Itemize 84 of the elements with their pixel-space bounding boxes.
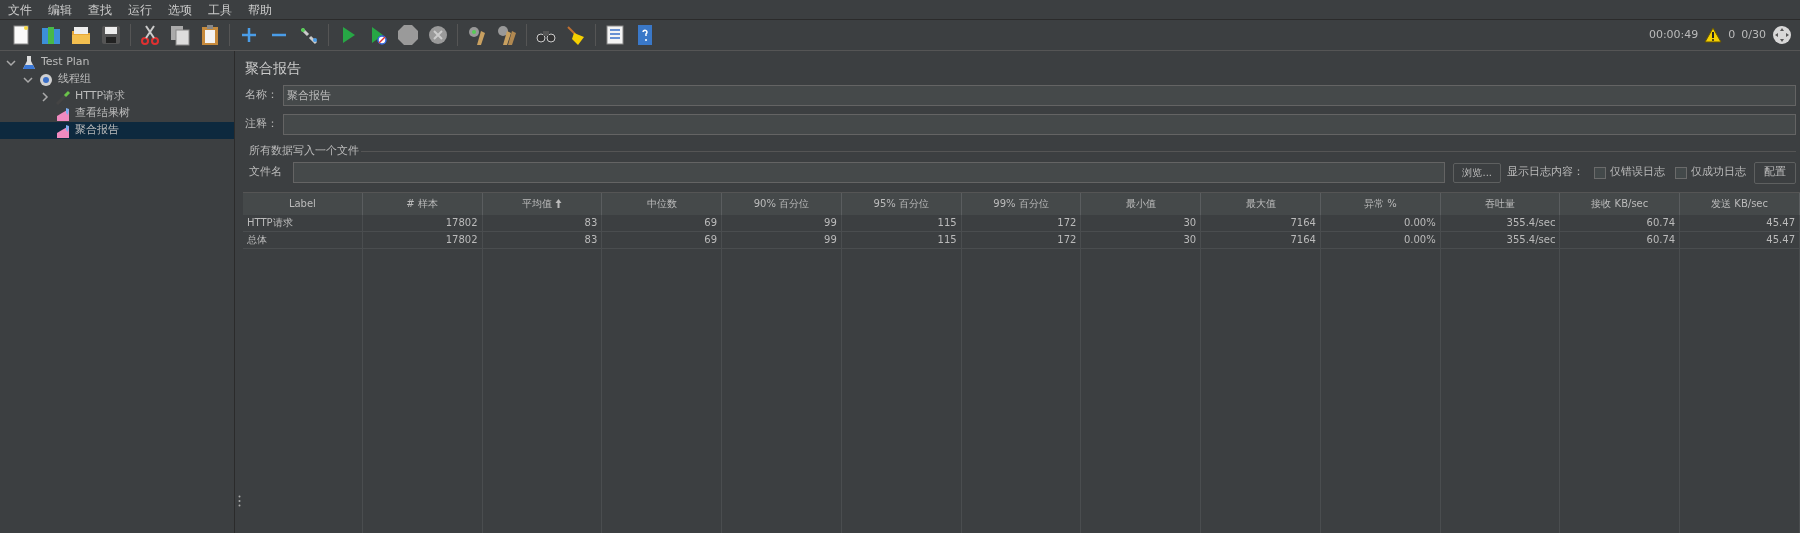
column-header[interactable]: 中位数	[602, 192, 723, 215]
field-label: 注释：	[245, 116, 279, 133]
column-header[interactable]: 平均值	[482, 192, 603, 215]
table-cell: 83	[482, 231, 603, 248]
table-cell: 355.4/sec	[1440, 231, 1561, 248]
table-cell: 115	[841, 231, 962, 248]
table-cell: 83	[482, 214, 603, 231]
table-cell: 7164	[1201, 214, 1321, 231]
table-cell: 7164	[1201, 231, 1321, 248]
column-header[interactable]: 接收 KB/sec	[1560, 192, 1681, 215]
menu-item[interactable]: 运行	[120, 0, 160, 19]
table-cell: 17802	[362, 214, 483, 231]
browse-button[interactable]: 浏览...	[1453, 162, 1501, 183]
table-cell: HTTP请求	[243, 214, 363, 231]
column-header[interactable]: 异常 %	[1320, 192, 1441, 215]
menu-item[interactable]: 文件	[0, 0, 40, 19]
menu-item[interactable]: 选项	[160, 0, 200, 19]
flask-icon	[21, 54, 37, 71]
config-button[interactable]: 配置	[1754, 161, 1796, 184]
table-cell: 45.47	[1680, 214, 1800, 231]
tree-item[interactable]: 线程组	[0, 71, 234, 88]
table-cell: 17802	[362, 231, 483, 248]
table-cell: 60.74	[1560, 231, 1681, 248]
table-cell: 45.47	[1680, 231, 1800, 248]
table-cell: 355.4/sec	[1440, 214, 1561, 231]
splitter-handle[interactable]	[238, 495, 241, 507]
comment-field[interactable]	[283, 114, 1796, 135]
cut-icon[interactable]	[138, 23, 162, 47]
menu-item[interactable]: 帮助	[240, 0, 280, 19]
table-cell: 69	[602, 231, 723, 248]
filename-field[interactable]	[293, 162, 1446, 183]
checkbox[interactable]	[1594, 166, 1606, 179]
chevron-right-icon[interactable]	[40, 91, 50, 102]
tree-item[interactable]: 聚合报告	[0, 122, 234, 139]
pipette-icon	[55, 88, 71, 105]
stop-icon[interactable]	[396, 23, 420, 47]
checkbox-label[interactable]: 仅错误日志	[1610, 164, 1665, 181]
shutdown-icon[interactable]	[426, 23, 450, 47]
tree-item[interactable]: 查看结果树	[0, 105, 234, 122]
field-label: 名称：	[245, 87, 279, 104]
table-cell: 115	[841, 214, 962, 231]
table-cell: 69	[602, 214, 723, 231]
chevron-down-icon[interactable]	[6, 57, 16, 68]
table-cell: 总体	[243, 231, 363, 248]
field-label: 文件名	[249, 164, 283, 181]
table-cell: 0.00%	[1320, 231, 1441, 248]
menu-item[interactable]: 编辑	[40, 0, 80, 19]
table-cell: 60.74	[1560, 214, 1681, 231]
save-icon[interactable]	[99, 23, 123, 47]
table-cell: 30	[1081, 231, 1202, 248]
log-label: 显示日志内容：	[1507, 164, 1584, 181]
menu-item[interactable]: 查找	[80, 0, 120, 19]
checkbox[interactable]	[1675, 166, 1687, 179]
gear-icon	[38, 71, 54, 88]
table-cell: 0.00%	[1320, 214, 1441, 231]
column-header[interactable]: 95% 百分位	[841, 192, 962, 215]
table-cell: 99	[722, 214, 842, 231]
panel-title: 聚合报告	[245, 59, 302, 78]
chevron-down-icon[interactable]	[23, 74, 33, 85]
column-header[interactable]: 吞吐量	[1440, 192, 1561, 215]
warning-count: 0	[1728, 26, 1736, 43]
column-header[interactable]: # 样本	[362, 192, 483, 215]
group-title: 所有数据写入一个文件	[249, 143, 360, 159]
column-header[interactable]: Label	[243, 192, 363, 215]
elapsed-time: 00:00:49	[1648, 26, 1699, 43]
copy-icon[interactable]	[168, 23, 192, 47]
name-field[interactable]: 聚合报告	[283, 85, 1796, 106]
column-header[interactable]: 90% 百分位	[722, 192, 842, 215]
table-cell: 99	[722, 231, 842, 248]
table-cell: 172	[961, 231, 1082, 248]
table-cell: 30	[1081, 214, 1202, 231]
checkbox-label[interactable]: 仅成功日志	[1691, 164, 1746, 181]
column-header[interactable]: 发送 KB/sec	[1680, 192, 1800, 215]
column-header[interactable]: 最大值	[1201, 192, 1321, 215]
list-icon[interactable]	[603, 23, 627, 47]
warning-icon[interactable]	[1704, 27, 1723, 43]
column-header[interactable]: 最小值	[1081, 192, 1202, 215]
table-cell: 172	[961, 214, 1082, 231]
active-threads: 0/30	[1741, 26, 1766, 43]
menu-item[interactable]: 工具	[200, 0, 240, 19]
tree-item[interactable]: HTTP请求	[0, 88, 234, 105]
sort-up-icon[interactable]	[554, 199, 562, 208]
column-header[interactable]: 99% 百分位	[961, 192, 1082, 215]
tree-item[interactable]: Test Plan	[0, 54, 234, 71]
